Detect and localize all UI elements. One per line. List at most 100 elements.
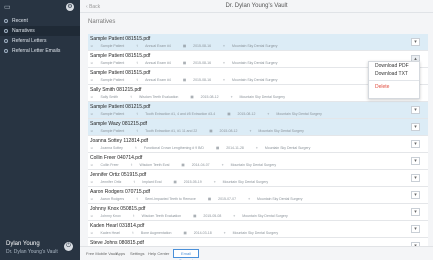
location: ⌖ Mountain Sky Dental Surgery — [248, 197, 303, 201]
file-name[interactable]: Johnny Knox 050815.pdf — [90, 206, 145, 212]
pin-icon: ⌖ — [221, 163, 225, 167]
calendar-icon: ▦ — [209, 129, 214, 133]
calendar-icon: ▦ — [183, 231, 188, 235]
tooth-icon: ⚕ — [130, 163, 134, 167]
location: ⌖ Mountain Sky Dental Surgery — [223, 78, 278, 82]
tooth-icon: ⚕ — [136, 129, 140, 133]
download-pdf-item[interactable]: Download PDF — [369, 62, 419, 70]
user-icon: ☺ — [90, 231, 95, 235]
list-item[interactable]: Johnny Knox 050815.pdf ☺ Johnny Knox ⚕ Wis… — [88, 204, 428, 221]
file-meta: ☺ Sally Smith ⚕ Wisdom Teeth Evaluation ▦ … — [90, 95, 297, 99]
file-name[interactable]: Kaden Hearl 031814.pdf — [90, 223, 144, 229]
calendar-icon: ▦ — [193, 214, 198, 218]
user-icon: ☺ — [90, 214, 95, 218]
location: ⌖ Mountain Sky Dental Surgery — [233, 214, 288, 218]
date: ▦ 2015-08-16 — [182, 61, 212, 65]
list-item[interactable]: Joanna Sottey 112814.pdf ☺ Joanna Sottey ⚕… — [88, 136, 428, 153]
list-item[interactable]: Sample Wazy 081215.pdf ☺ Sample Patient ⚕ … — [88, 119, 428, 136]
list-item[interactable]: Sample Patient 081215.pdf ☺ Sample Patien… — [88, 102, 428, 119]
procedure: ⚕ Annual Exam #4 — [136, 78, 171, 82]
file-name[interactable]: Sample Patient 081515.pdf — [90, 36, 150, 42]
row-menu-button[interactable]: ▾ — [411, 38, 420, 46]
procedure: ⚕ Annual Exam #4 — [136, 61, 171, 65]
list-item[interactable]: Sample Patient 081515.pdf ☺ Sample Patien… — [88, 34, 428, 51]
list-item[interactable]: Collin Freer 040714.pdf ☺ Collin Freer ⚕ W… — [88, 153, 428, 170]
date: ▦ 2015-08-12 — [190, 95, 219, 99]
file-meta: ☺ Kaden Hearl ⚕ Bone Augmentation ▦ 2014-0… — [90, 231, 290, 235]
procedure: ⚕ Bone Augmentation — [132, 231, 172, 235]
sidebar-item-referral-letters[interactable]: Referral Letters — [0, 36, 80, 46]
file-name[interactable]: Sample Patient 081215.pdf — [90, 104, 150, 110]
procedure: ⚕ Implant Eval — [133, 180, 162, 184]
header: ‹ Back Dr. Dylan Young's Vault — [80, 0, 433, 13]
email-support-button[interactable]: Email Support — [173, 249, 199, 260]
file-name[interactable]: Jennifer Ortiz 051915.pdf — [90, 172, 146, 178]
file-meta: ☺ Sample Patient ⚕ Annual Exam #4 ▦ 2015-0… — [90, 78, 290, 82]
user-icon: ☺ — [90, 95, 95, 99]
date: ▦ 2014-03-18 — [183, 231, 212, 235]
file-name[interactable]: Aaron Rodgers 070715.pdf — [90, 189, 150, 195]
row-menu-button[interactable]: ▾ — [411, 140, 420, 148]
folder-icon[interactable]: ▭ — [4, 4, 12, 11]
file-name[interactable]: Sally Smith 081215.pdf — [90, 87, 141, 93]
row-menu-button[interactable]: ▾ — [411, 174, 420, 182]
location: ⌖ Mountain Sky Dental Surgery — [213, 180, 269, 184]
pin-icon: ⌖ — [230, 95, 234, 99]
file-meta: ☺ Jennifer Ortiz ⚕ Implant Eval ▦ 2015-05-… — [90, 180, 280, 184]
list-item[interactable]: Aaron Rodgers 070715.pdf ☺ Aaron Rodgers ⚕… — [88, 187, 428, 204]
location: ⌖ Mountain Sky Dental Surgery — [230, 95, 286, 99]
file-name[interactable]: Sample Patient 081515.pdf — [90, 70, 150, 76]
patient-name: ☺ Sample Patient — [90, 44, 125, 48]
pin-icon: ⌖ — [223, 231, 227, 235]
location: ⌖ Mountain Sky Dental Surgery — [223, 61, 278, 65]
row-menu-button[interactable]: ▾ — [411, 157, 420, 165]
user-icon: ☺ — [90, 197, 95, 201]
sidebar-item-recent[interactable]: Recent — [0, 16, 80, 26]
user-icon: ☺ — [90, 146, 95, 150]
delete-item[interactable]: Delete — [369, 83, 419, 91]
tooth-icon: ⚕ — [132, 214, 136, 218]
file-meta: ☺ Sample Patient ⚕ Tooth Extraction #1, 4… — [90, 112, 334, 116]
gear-icon[interactable]: ⚙ — [66, 3, 74, 11]
user-vault-name: Dr. Dylan Young's Vault — [6, 249, 58, 255]
user-icon: ☺ — [90, 78, 95, 82]
file-name[interactable]: Sample Patient 081515.pdf — [90, 53, 150, 59]
calendar-icon: ▦ — [182, 44, 188, 48]
footer-link-mobile-vault[interactable]: Free Mobile Vault — [86, 251, 117, 256]
list-item[interactable]: Kaden Hearl 031814.pdf ☺ Kaden Hearl ⚕ Bon… — [88, 221, 428, 238]
patient-name: ☺ Sample Patient — [90, 78, 125, 82]
letter-icon — [4, 39, 8, 43]
calendar-icon: ▦ — [182, 61, 188, 65]
patient-name: ☺ Johnny Knox — [90, 214, 121, 218]
footer-link-settings[interactable]: Settings — [130, 251, 144, 256]
tooth-icon: ⚕ — [132, 231, 135, 235]
list-item[interactable]: Jennifer Ortiz 051915.pdf ☺ Jennifer Orti… — [88, 170, 428, 187]
patient-name: ☺ Collin Freer — [90, 163, 119, 167]
user-icon: ☺ — [90, 44, 95, 48]
row-menu-button[interactable]: ▾ — [411, 106, 420, 114]
footer-link-apps[interactable]: Apps — [116, 251, 125, 256]
pin-icon: ⌖ — [255, 146, 259, 150]
user-icon: ☺ — [90, 129, 95, 133]
file-name[interactable]: Collin Freer 040714.pdf — [90, 155, 142, 161]
sidebar-item-referral-letter-emails[interactable]: Referral Letter Emails — [0, 46, 80, 56]
tooth-icon: ⚕ — [133, 180, 137, 184]
download-txt-item[interactable]: Download TXT — [369, 70, 419, 78]
user-menu-icon[interactable]: ⏻ — [64, 242, 73, 251]
row-menu-button[interactable]: ▾ — [411, 123, 420, 131]
footer-link-help-center[interactable]: Help Center — [148, 251, 169, 256]
row-menu-button[interactable]: ▾ — [411, 191, 420, 199]
file-name[interactable]: Sample Wazy 081215.pdf — [90, 121, 147, 127]
file-meta: ☺ Sample Patient ⚕ Tooth Extraction #1, #… — [90, 129, 316, 133]
file-meta: ☺ Sample Patient ⚕ Annual Exam #4 ▦ 2015-0… — [90, 44, 290, 48]
file-name[interactable]: Joanna Sottey 112814.pdf — [90, 138, 148, 144]
main-panel: ‹ Back Dr. Dylan Young's Vault Narrative… — [80, 0, 433, 260]
row-menu-button[interactable]: ▾ — [411, 208, 420, 216]
email-icon — [4, 49, 8, 53]
sidebar-header: ▭ ⚙ — [0, 0, 80, 16]
patient-name: ☺ Joanna Sottey — [90, 146, 123, 150]
sidebar-item-narratives[interactable]: Narratives — [0, 26, 80, 36]
user-icon: ☺ — [90, 112, 95, 116]
procedure: ⚕ Wisdom Teeth Evaluation — [130, 95, 179, 99]
row-menu-button[interactable]: ▾ — [411, 225, 420, 233]
